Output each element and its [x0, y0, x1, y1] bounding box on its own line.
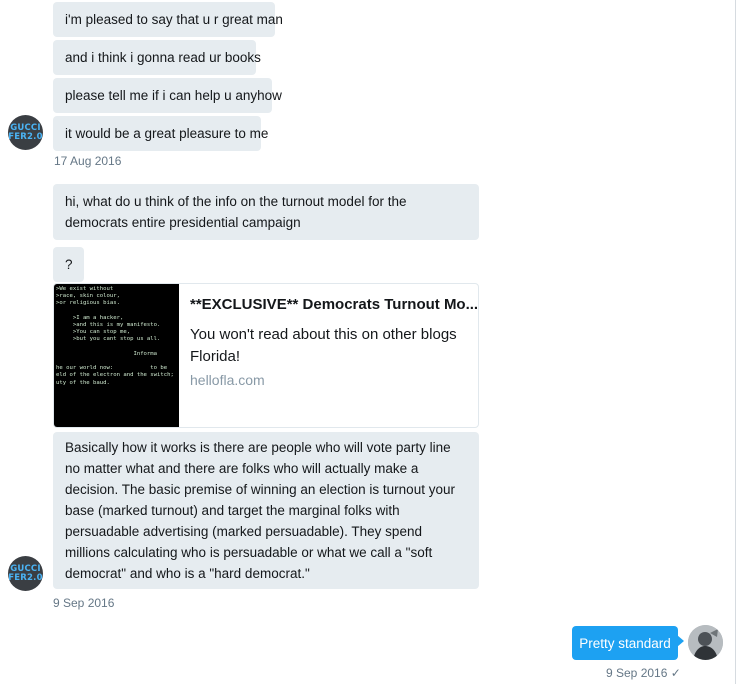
- thumbnail-text-line: [56, 358, 179, 365]
- thumbnail-text-line: >You can stop me,: [56, 329, 131, 336]
- thumbnail-text-line: >I am a hacker,: [56, 314, 124, 321]
- message-bubble: please tell me if i can help u anyhow: [53, 78, 282, 113]
- avatar-label-line2: FER2.0: [8, 131, 43, 142]
- message-bubble: Basically how it works is there are peop…: [53, 432, 479, 589]
- message-bubble: i'm pleased to say that u r great man: [53, 2, 283, 37]
- message-timestamp: 9 Sep 2016: [53, 596, 115, 610]
- link-preview-description: You won't read about this on other blogs…: [190, 326, 457, 365]
- thumbnail-text-line: >race, skin colour,: [56, 293, 120, 300]
- thumbnail-text-line: [56, 344, 179, 351]
- thumbnail-text-line: Informa: [56, 350, 158, 357]
- thumbnail-text-line: >We exist without: [56, 286, 114, 292]
- thumbnail-text-line: uty of the baud.: [56, 379, 110, 386]
- thumbnail-text-line: >but you cant stop us all.: [56, 336, 161, 343]
- sent-date: 9 Sep 2016: [606, 666, 668, 680]
- thumbnail-text-line: >or religious bias.: [56, 300, 120, 307]
- message-timestamp: 17 Aug 2016: [54, 154, 122, 168]
- thumbnail-text-line: >and this is my manifesto.: [56, 322, 161, 329]
- user-avatar[interactable]: [688, 625, 723, 660]
- avatar-label-line2: FER2.0: [8, 572, 43, 583]
- link-preview-thumbnail: >We exist without >race, skin colour, >or …: [54, 284, 179, 427]
- avatar-label: GUCCI FER2.0: [8, 123, 43, 142]
- avatar-label: GUCCI FER2.0: [8, 564, 43, 583]
- thumbnail-text-line: eld of the electron and the switch;: [56, 372, 174, 379]
- sent-bubble-tail: [677, 635, 684, 647]
- message-bubble: and i think i gonna read ur books: [53, 40, 261, 75]
- panel-divider: [735, 0, 736, 684]
- sender-avatar[interactable]: GUCCI FER2.0: [8, 115, 43, 150]
- thumbnail-text-line: [56, 308, 179, 315]
- checkmark-icon: ✓: [670, 666, 681, 680]
- thumbnail-text-line: he our world now: to be: [56, 365, 168, 372]
- link-preview-card[interactable]: >We exist without >race, skin colour, >or …: [53, 283, 479, 428]
- sent-timestamp: 9 Sep 2016 ✓: [606, 666, 681, 680]
- link-preview-domain: hellofla.com: [190, 372, 265, 388]
- message-bubble: hi, what do u think of the info on the t…: [53, 184, 479, 240]
- link-preview-title[interactable]: **EXCLUSIVE** Democrats Turnout Mo...: [190, 296, 478, 313]
- message-bubble: it would be a great pleasure to me: [53, 116, 268, 151]
- sent-message-bubble: Pretty standard: [572, 626, 678, 660]
- message-bubble: ?: [53, 247, 84, 282]
- sender-avatar[interactable]: GUCCI FER2.0: [8, 556, 43, 591]
- avatar-photo-icon: [688, 625, 723, 660]
